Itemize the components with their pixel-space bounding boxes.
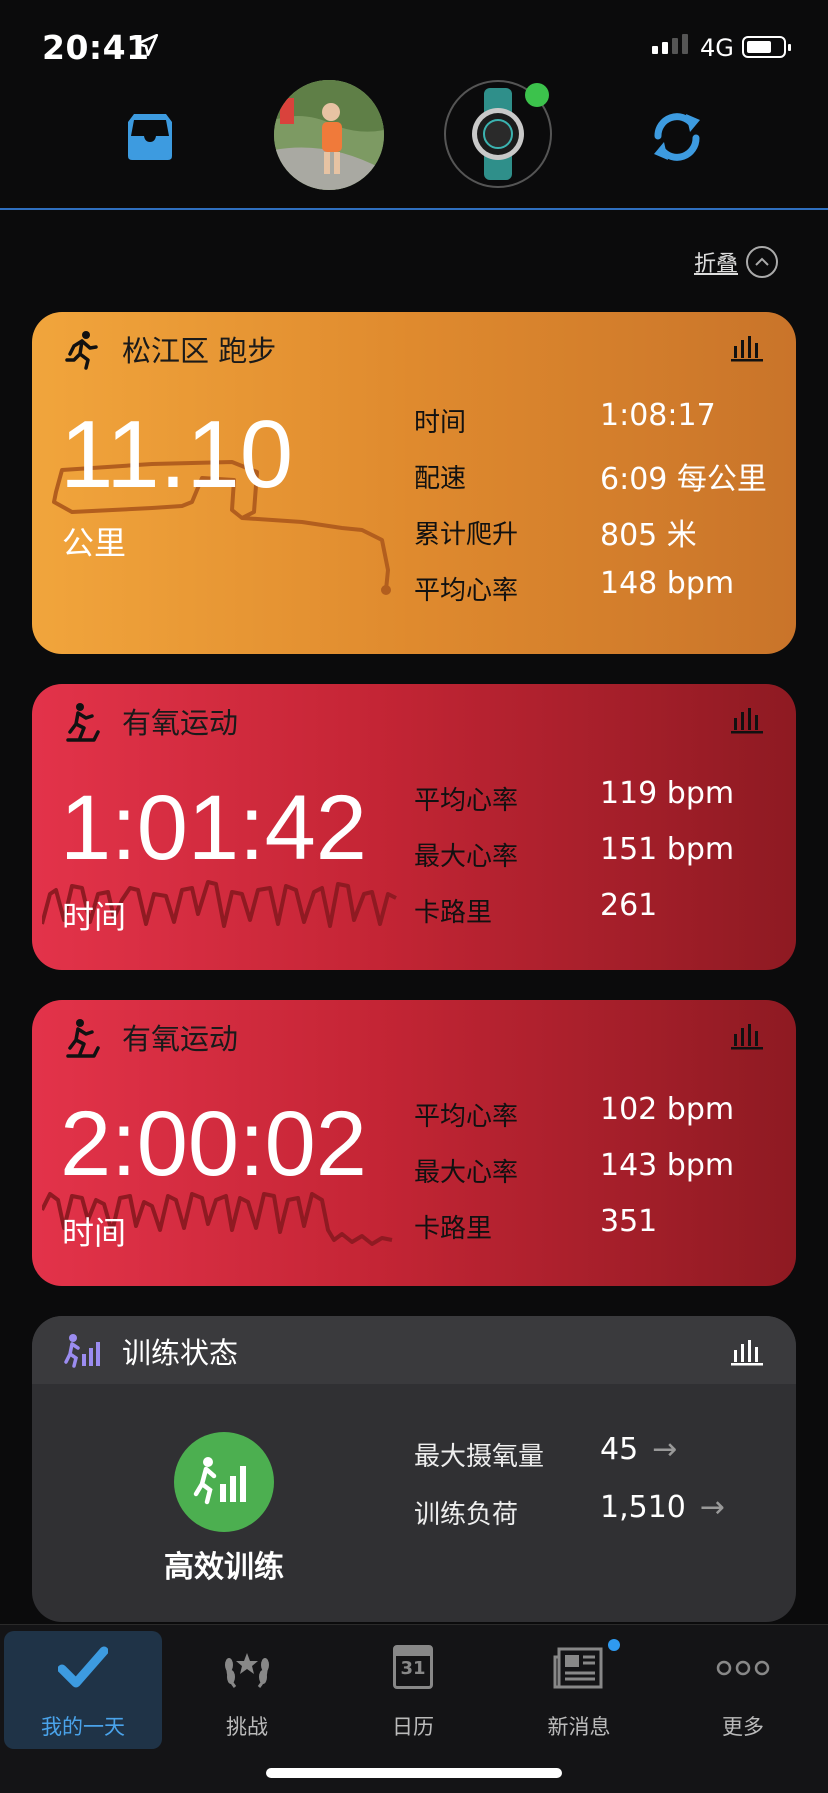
notification-badge: [608, 1639, 620, 1651]
laurel-icon: [225, 1653, 269, 1688]
cardio-activity-card[interactable]: 有氧运动 2:00:02 时间 平均心率 102 bpm 最大心率 143 bpm …: [32, 1000, 796, 1286]
stat-label: 最大心率: [414, 842, 519, 872]
bar-chart-icon[interactable]: [730, 704, 764, 734]
tab-my-day[interactable]: 我的一天: [4, 1631, 162, 1749]
training-status-card[interactable]: 训练状态 高效训练 最大摄氧量 45 → 训练负荷 1,510 →: [32, 1316, 796, 1622]
card-header: 训练状态: [32, 1316, 796, 1384]
cardio-duration: 2:00:02: [60, 1093, 367, 1195]
bar-chart-icon[interactable]: [730, 1336, 764, 1366]
training-status-badge: [174, 1432, 274, 1532]
cardio-activity-card[interactable]: 有氧运动 1:01:42 时间 平均心率 119 bpm 最大心率 151 bpm …: [32, 684, 796, 970]
bar-chart-icon[interactable]: [730, 332, 764, 362]
tab-label: 新消息: [547, 1715, 611, 1739]
stat-value: 151 bpm: [600, 832, 735, 867]
top-navigation: [0, 80, 828, 210]
stat-label: 卡路里: [414, 1214, 493, 1244]
cardio-icon: [66, 703, 100, 742]
card-header: 有氧运动: [32, 1000, 796, 1070]
cardio-icon: [66, 1019, 100, 1058]
stat-value: 143 bpm: [600, 1148, 735, 1183]
stat-label: 平均心率: [414, 1102, 519, 1132]
device-connected-dot: [525, 83, 549, 107]
stat-label: 配速: [414, 464, 467, 494]
card-title: 松江区 跑步: [122, 334, 277, 368]
chevron-up-icon: [746, 246, 779, 278]
stat-value: 351: [600, 1204, 658, 1239]
card-title: 有氧运动: [122, 1022, 239, 1056]
productive-training-icon: [193, 1457, 246, 1505]
network-type: 4G: [700, 34, 734, 62]
collapse-label: 折叠: [694, 252, 739, 277]
tab-label: 我的一天: [41, 1715, 125, 1739]
tab-more[interactable]: 更多: [664, 1631, 822, 1749]
arrow-right-icon: →: [652, 1432, 678, 1467]
stat-value: 45 →: [600, 1432, 678, 1467]
tab-calendar[interactable]: 31 日历: [334, 1631, 492, 1749]
stat-label: 累计爬升: [414, 520, 519, 550]
stat-label: 平均心率: [414, 786, 519, 816]
run-distance-unit: 公里: [62, 524, 127, 562]
training-status-icon: [64, 1334, 100, 1368]
calendar-icon: 31: [393, 1645, 433, 1689]
stat-value: 805 米: [600, 518, 697, 553]
stat-label: 平均心率: [414, 576, 519, 606]
profile-avatar[interactable]: [274, 80, 384, 190]
stat-value: 261: [600, 888, 658, 923]
cardio-duration: 1:01:42: [60, 777, 367, 879]
stat-value: 6:09 每公里: [600, 462, 767, 497]
stat-value: 102 bpm: [600, 1092, 735, 1127]
stat-value: 119 bpm: [600, 776, 735, 811]
cardio-duration-label: 时间: [62, 1214, 127, 1252]
calendar-day: 31: [400, 1658, 426, 1679]
bar-chart-icon[interactable]: [730, 1020, 764, 1050]
training-status-label: 高效训练: [164, 1550, 284, 1585]
stat-label: 最大心率: [414, 1158, 519, 1188]
tab-label: 挑战: [226, 1715, 268, 1739]
inbox-icon[interactable]: [120, 108, 180, 168]
cardio-duration-label: 时间: [62, 898, 127, 936]
tab-news[interactable]: 新消息: [500, 1631, 658, 1749]
more-icon: [716, 1660, 770, 1676]
collapse-toggle[interactable]: 折叠: [694, 246, 779, 278]
stat-label: 训练负荷: [414, 1500, 519, 1530]
home-indicator[interactable]: [266, 1768, 562, 1778]
tab-label: 更多: [722, 1715, 764, 1739]
status-bar: 20:41 4G: [0, 0, 828, 80]
run-distance: 11.10: [60, 401, 294, 508]
stat-value: 1,510 →: [600, 1490, 726, 1525]
news-icon: [553, 1647, 603, 1689]
card-title: 训练状态: [122, 1336, 239, 1370]
stat-label: 卡路里: [414, 898, 493, 928]
tab-challenges[interactable]: 挑战: [168, 1631, 326, 1749]
arrow-right-icon: →: [699, 1490, 726, 1525]
card-header: 有氧运动: [32, 684, 796, 754]
tab-label: 日历: [392, 1715, 434, 1739]
card-header: 松江区 跑步: [32, 312, 796, 382]
stat-value: 1:08:17: [600, 398, 716, 433]
battery-icon: [742, 36, 791, 58]
card-title: 有氧运动: [122, 706, 239, 740]
running-icon: [65, 331, 98, 370]
location-arrow-icon: [135, 33, 159, 57]
stat-label: 最大摄氧量: [414, 1442, 545, 1472]
run-activity-card[interactable]: 松江区 跑步 11.10 公里 时间 1:08:17 配速 6:09 每公里 累计爬…: [32, 312, 796, 654]
checkmark-icon: [58, 1646, 108, 1688]
stat-value: 148 bpm: [600, 566, 735, 601]
sync-icon[interactable]: [646, 106, 708, 168]
stat-label: 时间: [414, 408, 467, 438]
cellular-signal-icon: [652, 34, 688, 54]
